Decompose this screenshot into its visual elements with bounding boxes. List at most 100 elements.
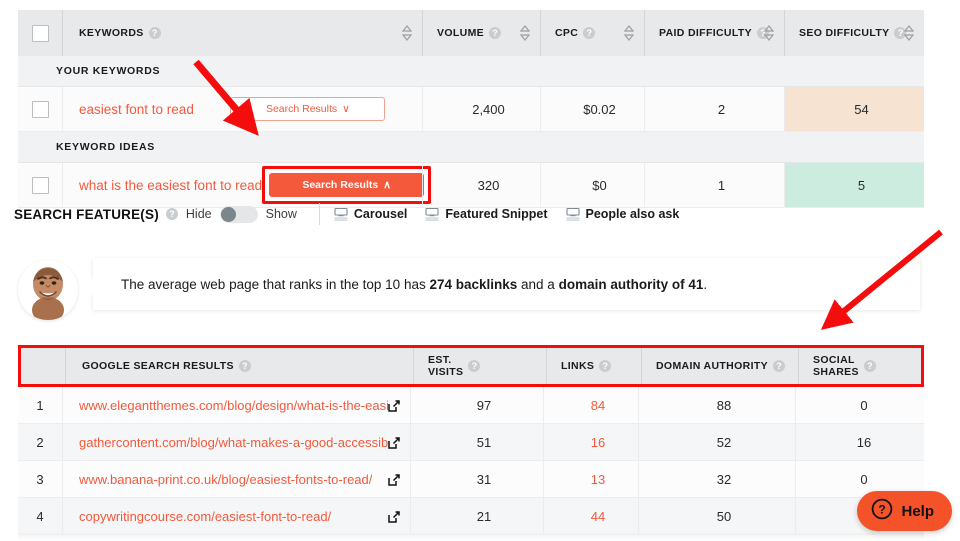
serp-result-cell[interactable]: gathercontent.com/blog/what-makes-a-good…: [62, 424, 410, 460]
column-label-volume: VOLUME: [437, 27, 484, 39]
serp-rank: 1: [18, 387, 62, 423]
column-header-volume[interactable]: VOLUME ?: [422, 10, 540, 56]
select-all-checkbox[interactable]: [32, 25, 49, 42]
column-header-paid-difficulty[interactable]: PAID DIFFICULTY ?: [644, 10, 784, 56]
row-select-cell[interactable]: [18, 87, 62, 131]
serp-links[interactable]: 13: [543, 461, 638, 497]
volume-value: 320: [437, 178, 540, 193]
help-icon[interactable]: ?: [583, 27, 595, 39]
external-link-icon[interactable]: [388, 436, 400, 448]
serp-social-shares: 16: [795, 424, 918, 460]
external-link-icon[interactable]: [388, 473, 400, 485]
serp-domain-authority: 32: [638, 461, 795, 497]
serp-url-link[interactable]: gathercontent.com/blog/what-makes-a-good…: [79, 435, 388, 450]
serp-links[interactable]: 44: [543, 498, 638, 534]
cpc-value: $0.02: [555, 102, 644, 117]
search-results-button-wrap: Search Results ∨: [194, 97, 422, 121]
column-label-google-search-results: GOOGLE SEARCH RESULTS: [82, 360, 234, 372]
keyword-link[interactable]: what is the easiest font to read: [79, 178, 262, 193]
table-row[interactable]: 3 www.banana-print.co.uk/blog/easiest-fo…: [18, 461, 924, 498]
serp-feature-icon: [334, 208, 348, 221]
column-label-cpc: CPC: [555, 27, 578, 39]
column-header-google-search-results[interactable]: GOOGLE SEARCH RESULTS ?: [65, 348, 413, 384]
search-features-toggle[interactable]: [220, 206, 258, 223]
serp-links[interactable]: 84: [543, 387, 638, 423]
search-results-button-active[interactable]: Search Results ∧: [269, 173, 424, 197]
serp-result-cell[interactable]: www.elegantthemes.com/blog/design/what-i…: [62, 387, 410, 423]
paid-difficulty-value: 1: [659, 178, 784, 193]
keywords-table: KEYWORDS ? VOLUME ? CPC ?: [18, 10, 924, 208]
row-checkbox[interactable]: [32, 177, 49, 194]
est-visits-line1: EST.: [428, 354, 452, 366]
sort-icon[interactable]: [624, 25, 634, 41]
est-visits-line2: VISITS: [428, 366, 463, 378]
column-label-social-shares: SOCIALSHARES: [813, 354, 859, 378]
table-row[interactable]: 2 gathercontent.com/blog/what-makes-a-go…: [18, 424, 924, 461]
column-header-links[interactable]: LINKS ?: [546, 348, 641, 384]
toggle-show-label[interactable]: Show: [266, 207, 297, 221]
serp-domain-authority: 88: [638, 387, 795, 423]
help-icon[interactable]: ?: [864, 360, 876, 372]
serp-url-link[interactable]: copywritingcourse.com/easiest-font-to-re…: [79, 509, 331, 524]
insight-domain-authority: domain authority of 41: [559, 277, 704, 292]
column-header-seo-difficulty[interactable]: SEO DIFFICULTY ?: [784, 10, 924, 56]
keyword-link[interactable]: easiest font to read: [79, 102, 194, 117]
serp-url-link[interactable]: www.banana-print.co.uk/blog/easiest-font…: [79, 472, 372, 487]
volume-cell: 2,400: [422, 87, 540, 131]
help-icon[interactable]: ?: [239, 360, 251, 372]
help-icon[interactable]: ?: [468, 360, 480, 372]
insight-banner: The average web page that ranks in the t…: [18, 258, 924, 322]
serp-links[interactable]: 16: [543, 424, 638, 460]
paid-difficulty-value: 2: [659, 102, 784, 117]
keywords-table-header: KEYWORDS ? VOLUME ? CPC ?: [18, 10, 924, 56]
column-header-social-shares[interactable]: SOCIALSHARES ?: [798, 348, 921, 384]
feature-chip-label: Featured Snippet: [445, 207, 547, 221]
serp-result-cell[interactable]: copywritingcourse.com/easiest-font-to-re…: [62, 498, 410, 534]
help-icon[interactable]: ?: [773, 360, 785, 372]
social-line1: SOCIAL: [813, 354, 855, 366]
help-icon[interactable]: ?: [166, 208, 178, 220]
table-row[interactable]: 4 copywritingcourse.com/easiest-font-to-…: [18, 498, 924, 535]
feature-chip-carousel[interactable]: Carousel: [334, 207, 408, 221]
feature-chip-people-also-ask[interactable]: People also ask: [566, 207, 680, 221]
feature-chip-featured-snippet[interactable]: Featured Snippet: [425, 207, 547, 221]
avatar: [18, 260, 78, 320]
insight-text-part1: The average web page that ranks in the t…: [121, 277, 429, 292]
sort-icon[interactable]: [402, 25, 412, 41]
social-line2: SHARES: [813, 366, 859, 378]
help-button[interactable]: ? Help: [857, 491, 952, 531]
serp-result-cell[interactable]: www.banana-print.co.uk/blog/easiest-font…: [62, 461, 410, 497]
row-checkbox[interactable]: [32, 101, 49, 118]
column-label-keywords: KEYWORDS: [79, 27, 144, 39]
sort-icon[interactable]: [520, 25, 530, 41]
serp-rank: 4: [18, 498, 62, 534]
external-link-icon[interactable]: [388, 510, 400, 522]
column-header-est-visits[interactable]: EST.VISITS ?: [413, 348, 546, 384]
help-icon[interactable]: ?: [599, 360, 611, 372]
serp-url-link[interactable]: www.elegantthemes.com/blog/design/what-i…: [79, 398, 388, 413]
serp-results-table: GOOGLE SEARCH RESULTS ? EST.VISITS ? LIN…: [18, 345, 924, 535]
insight-text: The average web page that ranks in the t…: [121, 277, 707, 292]
table-row[interactable]: easiest font to read Search Results ∨ 2,…: [18, 87, 924, 132]
sort-icon[interactable]: [764, 25, 774, 41]
volume-value: 2,400: [437, 102, 540, 117]
help-icon[interactable]: ?: [489, 27, 501, 39]
toggle-knob: [221, 207, 236, 222]
column-header-cpc[interactable]: CPC ?: [540, 10, 644, 56]
toggle-hide-label[interactable]: Hide: [186, 207, 212, 221]
serp-rank: 3: [18, 461, 62, 497]
external-link-icon[interactable]: [388, 399, 400, 411]
serp-domain-authority: 50: [638, 498, 795, 534]
search-results-button[interactable]: Search Results ∨: [230, 97, 385, 121]
serp-social-shares: 0: [795, 387, 918, 423]
column-label-seo-difficulty: SEO DIFFICULTY: [799, 27, 889, 39]
cpc-value: $0: [555, 178, 644, 193]
svg-text:?: ?: [879, 502, 886, 516]
sort-icon[interactable]: [904, 25, 914, 41]
help-icon[interactable]: ?: [149, 27, 161, 39]
select-all-cell[interactable]: [18, 10, 62, 56]
table-row[interactable]: 1 www.elegantthemes.com/blog/design/what…: [18, 387, 924, 424]
serp-table-header: GOOGLE SEARCH RESULTS ? EST.VISITS ? LIN…: [18, 345, 924, 387]
column-header-domain-authority[interactable]: DOMAIN AUTHORITY ?: [641, 348, 798, 384]
column-header-keywords[interactable]: KEYWORDS ?: [62, 10, 422, 56]
